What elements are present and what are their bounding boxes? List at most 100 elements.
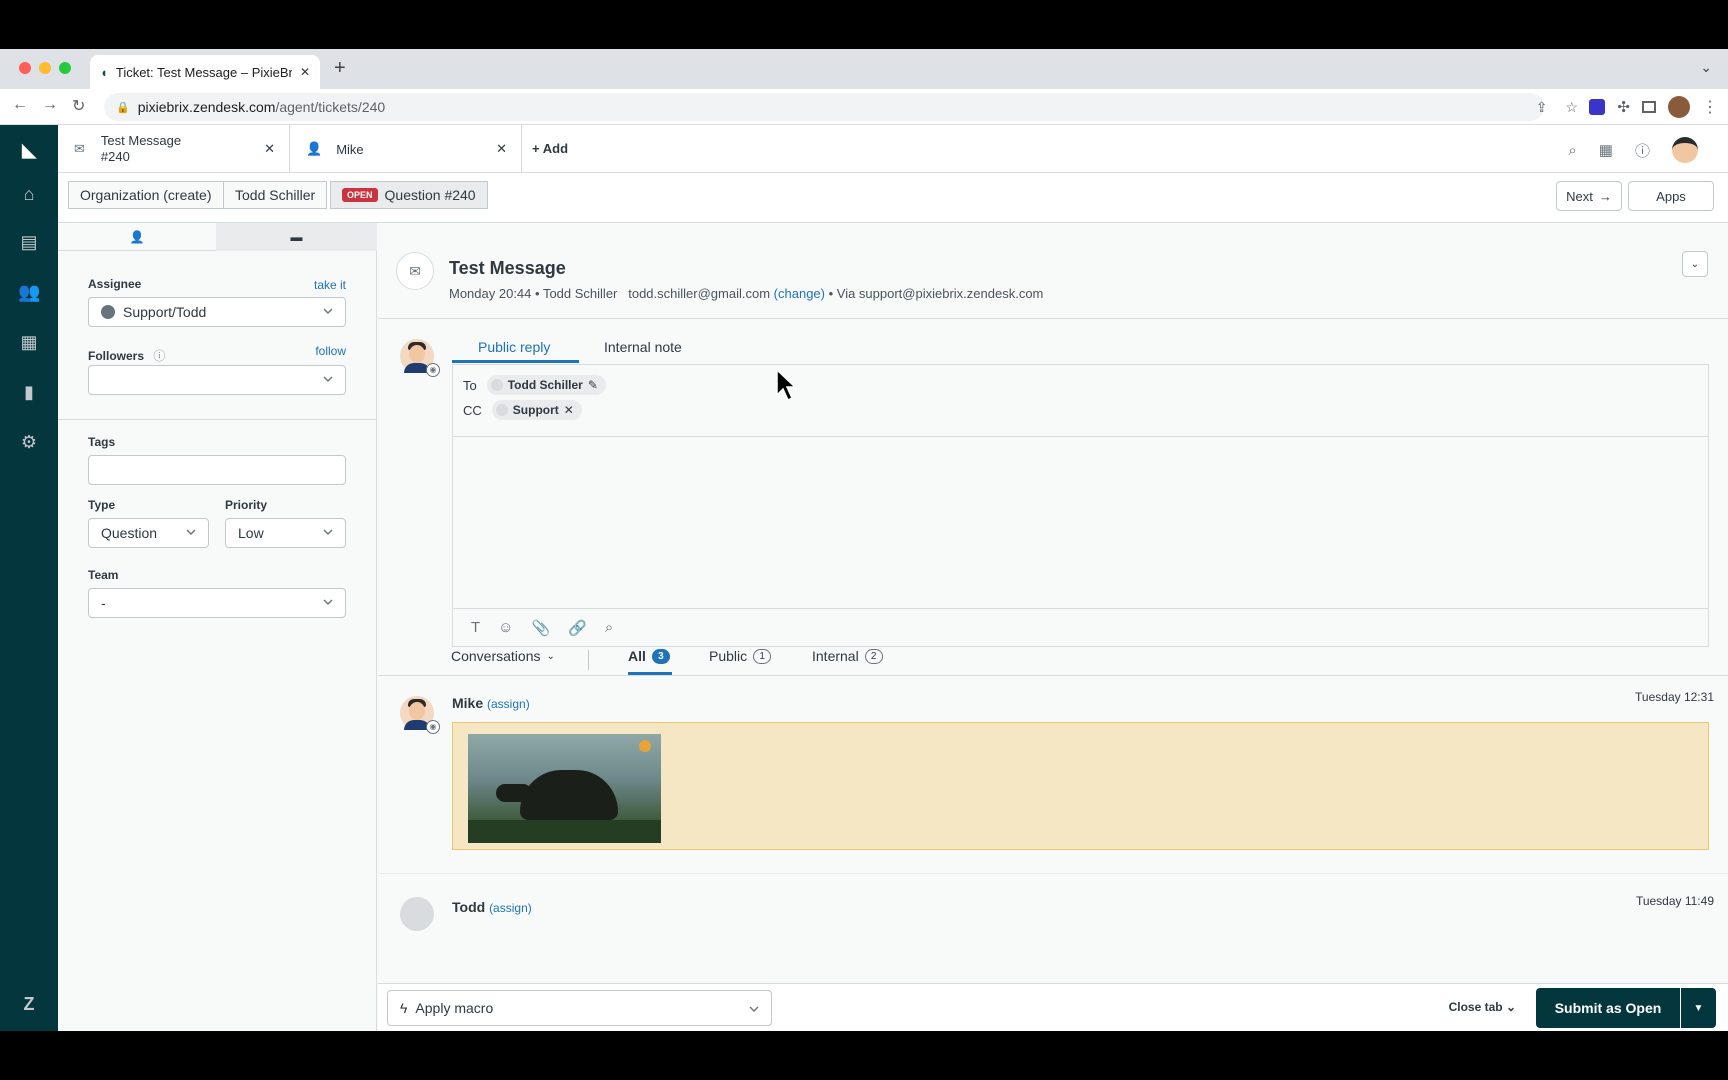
extensions-puzzle-icon[interactable]: ✣ bbox=[1617, 98, 1630, 116]
remove-icon[interactable]: ✕ bbox=[564, 403, 574, 417]
home-icon[interactable]: ⌂ bbox=[18, 183, 40, 205]
breadcrumb-organization[interactable]: Organization (create) bbox=[68, 181, 224, 209]
tortoise-gif-image[interactable] bbox=[468, 734, 661, 843]
close-tab-icon[interactable]: ✕ bbox=[300, 65, 310, 79]
priority-select[interactable]: Low bbox=[225, 518, 346, 548]
browser-tab[interactable]: ◖ Ticket: Test Message – PixieBrix ✕ bbox=[90, 55, 320, 89]
search-icon[interactable]: ⌕ bbox=[1568, 142, 1576, 159]
minimize-window-button[interactable] bbox=[39, 62, 51, 74]
reply-body-editor[interactable] bbox=[453, 437, 1708, 609]
close-icon[interactable]: ✕ bbox=[496, 141, 507, 157]
browser-menu-icon[interactable]: ⋮ bbox=[1702, 97, 1718, 117]
team-select[interactable]: - bbox=[88, 588, 346, 618]
breadcrumb-ticket[interactable]: OPEN Question #240 bbox=[330, 181, 488, 209]
browser-window: ◖ Ticket: Test Message – PixieBrix ✕ + ⌄… bbox=[0, 49, 1728, 1031]
lock-icon: 🔒 bbox=[116, 101, 130, 114]
new-tab-button[interactable]: + bbox=[334, 57, 346, 80]
share-icon[interactable]: ⇪ bbox=[1536, 99, 1548, 116]
next-button[interactable]: Next → bbox=[1556, 181, 1622, 211]
cc-label: CC bbox=[463, 402, 482, 418]
agent-avatar[interactable] bbox=[1672, 137, 1698, 163]
text-format-icon[interactable]: T bbox=[471, 619, 480, 636]
zendesk-app: ◣ ⌂ ▤ 👥 ▦ ▮ ⚙ Z ✉ Test Message #240 ✕ 👤 … bbox=[0, 125, 1728, 1031]
search-icon[interactable]: ⌕ bbox=[605, 619, 613, 636]
ticket-via: Via support@pixiebrix.zendesk.com bbox=[836, 286, 1044, 301]
admin-gear-icon[interactable]: ⚙ bbox=[18, 431, 40, 453]
zendesk-z-logo-icon[interactable]: Z bbox=[18, 993, 40, 1015]
zendesk-favicon-icon: ◖ bbox=[100, 64, 108, 80]
submit-as-open-button[interactable]: Submit as Open bbox=[1536, 988, 1680, 1028]
tab-user-label: Mike bbox=[336, 141, 364, 157]
tab-ticket-fields[interactable]: ▬ bbox=[216, 223, 377, 251]
close-icon[interactable]: ✕ bbox=[264, 141, 275, 157]
reload-icon[interactable]: ↻ bbox=[72, 96, 85, 116]
zoom-window-button[interactable] bbox=[59, 62, 71, 74]
assign-link[interactable]: (assign) bbox=[487, 697, 530, 711]
arrow-right-icon: → bbox=[1598, 188, 1612, 204]
apps-grid-icon[interactable]: ▦ bbox=[1599, 141, 1613, 159]
breadcrumb-ticket-label: Question #240 bbox=[384, 187, 476, 203]
apps-button[interactable]: Apps bbox=[1628, 181, 1714, 211]
add-tab-button[interactable]: + Add bbox=[532, 141, 568, 156]
person-icon: 👤 bbox=[129, 230, 145, 244]
ticket-tab-bar: ✉ Test Message #240 ✕ 👤 Mike ✕ + Add ⌕ ▦… bbox=[58, 125, 1728, 173]
tab-internal[interactable]: Internal 2 bbox=[812, 648, 883, 664]
emoji-icon[interactable]: ☺ bbox=[498, 619, 513, 636]
attachment-icon[interactable]: 📎 bbox=[532, 619, 551, 637]
customers-icon[interactable]: 👥 bbox=[18, 281, 40, 303]
views-icon[interactable]: ▤ bbox=[18, 231, 40, 253]
take-it-link[interactable]: take it bbox=[314, 278, 346, 292]
forward-icon[interactable]: → bbox=[42, 96, 58, 114]
tab-internal-note[interactable]: Internal note bbox=[604, 339, 682, 355]
ticket-requester: Todd Schiller bbox=[542, 286, 618, 301]
close-window-button[interactable] bbox=[19, 62, 31, 74]
back-icon[interactable]: ← bbox=[12, 96, 28, 114]
conversations-label: Conversations bbox=[451, 648, 541, 664]
submit-status-dropdown[interactable]: ▼ bbox=[1680, 988, 1716, 1028]
address-bar[interactable]: 🔒 pixiebrix.zendesk.com/agent/tickets/24… bbox=[104, 93, 1544, 121]
tab-all[interactable]: All 3 bbox=[628, 648, 670, 664]
tags-input[interactable] bbox=[88, 455, 346, 485]
pixiebrix-extension-icon[interactable] bbox=[1589, 99, 1606, 115]
info-icon: ⓘ bbox=[153, 349, 166, 363]
assignee-select[interactable]: Support/Todd bbox=[88, 297, 346, 327]
chevron-down-icon bbox=[323, 599, 333, 605]
follow-link[interactable]: follow bbox=[315, 344, 346, 358]
conversations-dropdown[interactable]: Conversations ⌄ bbox=[451, 648, 555, 664]
window-controls bbox=[19, 62, 71, 74]
cc-recipient-chip[interactable]: Support ✕ bbox=[491, 400, 582, 420]
to-recipient-chip[interactable]: Todd Schiller ✎ bbox=[486, 375, 606, 395]
pencil-icon[interactable]: ✎ bbox=[588, 378, 598, 392]
tab-public-reply[interactable]: Public reply bbox=[478, 339, 550, 355]
to-label: To bbox=[463, 377, 477, 393]
ticket-time: Monday 20:44 bbox=[449, 286, 532, 301]
tab-user-mike[interactable]: 👤 Mike ✕ bbox=[290, 125, 522, 173]
side-panel-icon[interactable] bbox=[1642, 101, 1656, 113]
type-select[interactable]: Question bbox=[88, 518, 209, 548]
assign-link[interactable]: (assign) bbox=[489, 901, 532, 915]
bookmark-star-icon[interactable]: ☆ bbox=[1565, 99, 1578, 116]
tab-public[interactable]: Public 1 bbox=[709, 648, 772, 664]
browser-tabstrip: ◖ Ticket: Test Message – PixieBrix ✕ + ⌄ bbox=[0, 49, 1728, 89]
apply-macro-select[interactable]: ϟ Apply macro bbox=[387, 990, 772, 1026]
ticket-fields-icon: ▬ bbox=[290, 230, 303, 244]
chevron-down-icon bbox=[323, 308, 333, 314]
close-tab-dropdown[interactable]: Close tab ⌄ bbox=[1449, 1000, 1516, 1014]
change-link[interactable]: (change) bbox=[774, 286, 825, 301]
tab-all-label: All bbox=[628, 648, 646, 664]
conversation-divider bbox=[378, 675, 1728, 676]
tab-search-chevron-icon[interactable]: ⌄ bbox=[1700, 59, 1712, 76]
link-icon[interactable]: 🔗 bbox=[568, 619, 587, 637]
profile-avatar-icon[interactable] bbox=[1668, 96, 1690, 118]
organizations-icon[interactable]: ▦ bbox=[18, 331, 40, 353]
url-host: pixiebrix.zendesk.com bbox=[137, 99, 276, 115]
help-icon[interactable]: ⓘ bbox=[1635, 140, 1650, 161]
tab-user-details[interactable]: 👤 bbox=[58, 223, 216, 251]
reporting-icon[interactable]: ▮ bbox=[18, 381, 40, 403]
breadcrumb-requester[interactable]: Todd Schiller bbox=[223, 181, 328, 209]
followers-select[interactable] bbox=[88, 365, 346, 395]
user-icon bbox=[495, 404, 508, 416]
tab-ticket-240[interactable]: ✉ Test Message #240 ✕ bbox=[58, 125, 290, 173]
zendesk-logo-icon[interactable]: ◣ bbox=[18, 139, 40, 161]
ticket-options-button[interactable]: ⌄ bbox=[1682, 251, 1708, 277]
